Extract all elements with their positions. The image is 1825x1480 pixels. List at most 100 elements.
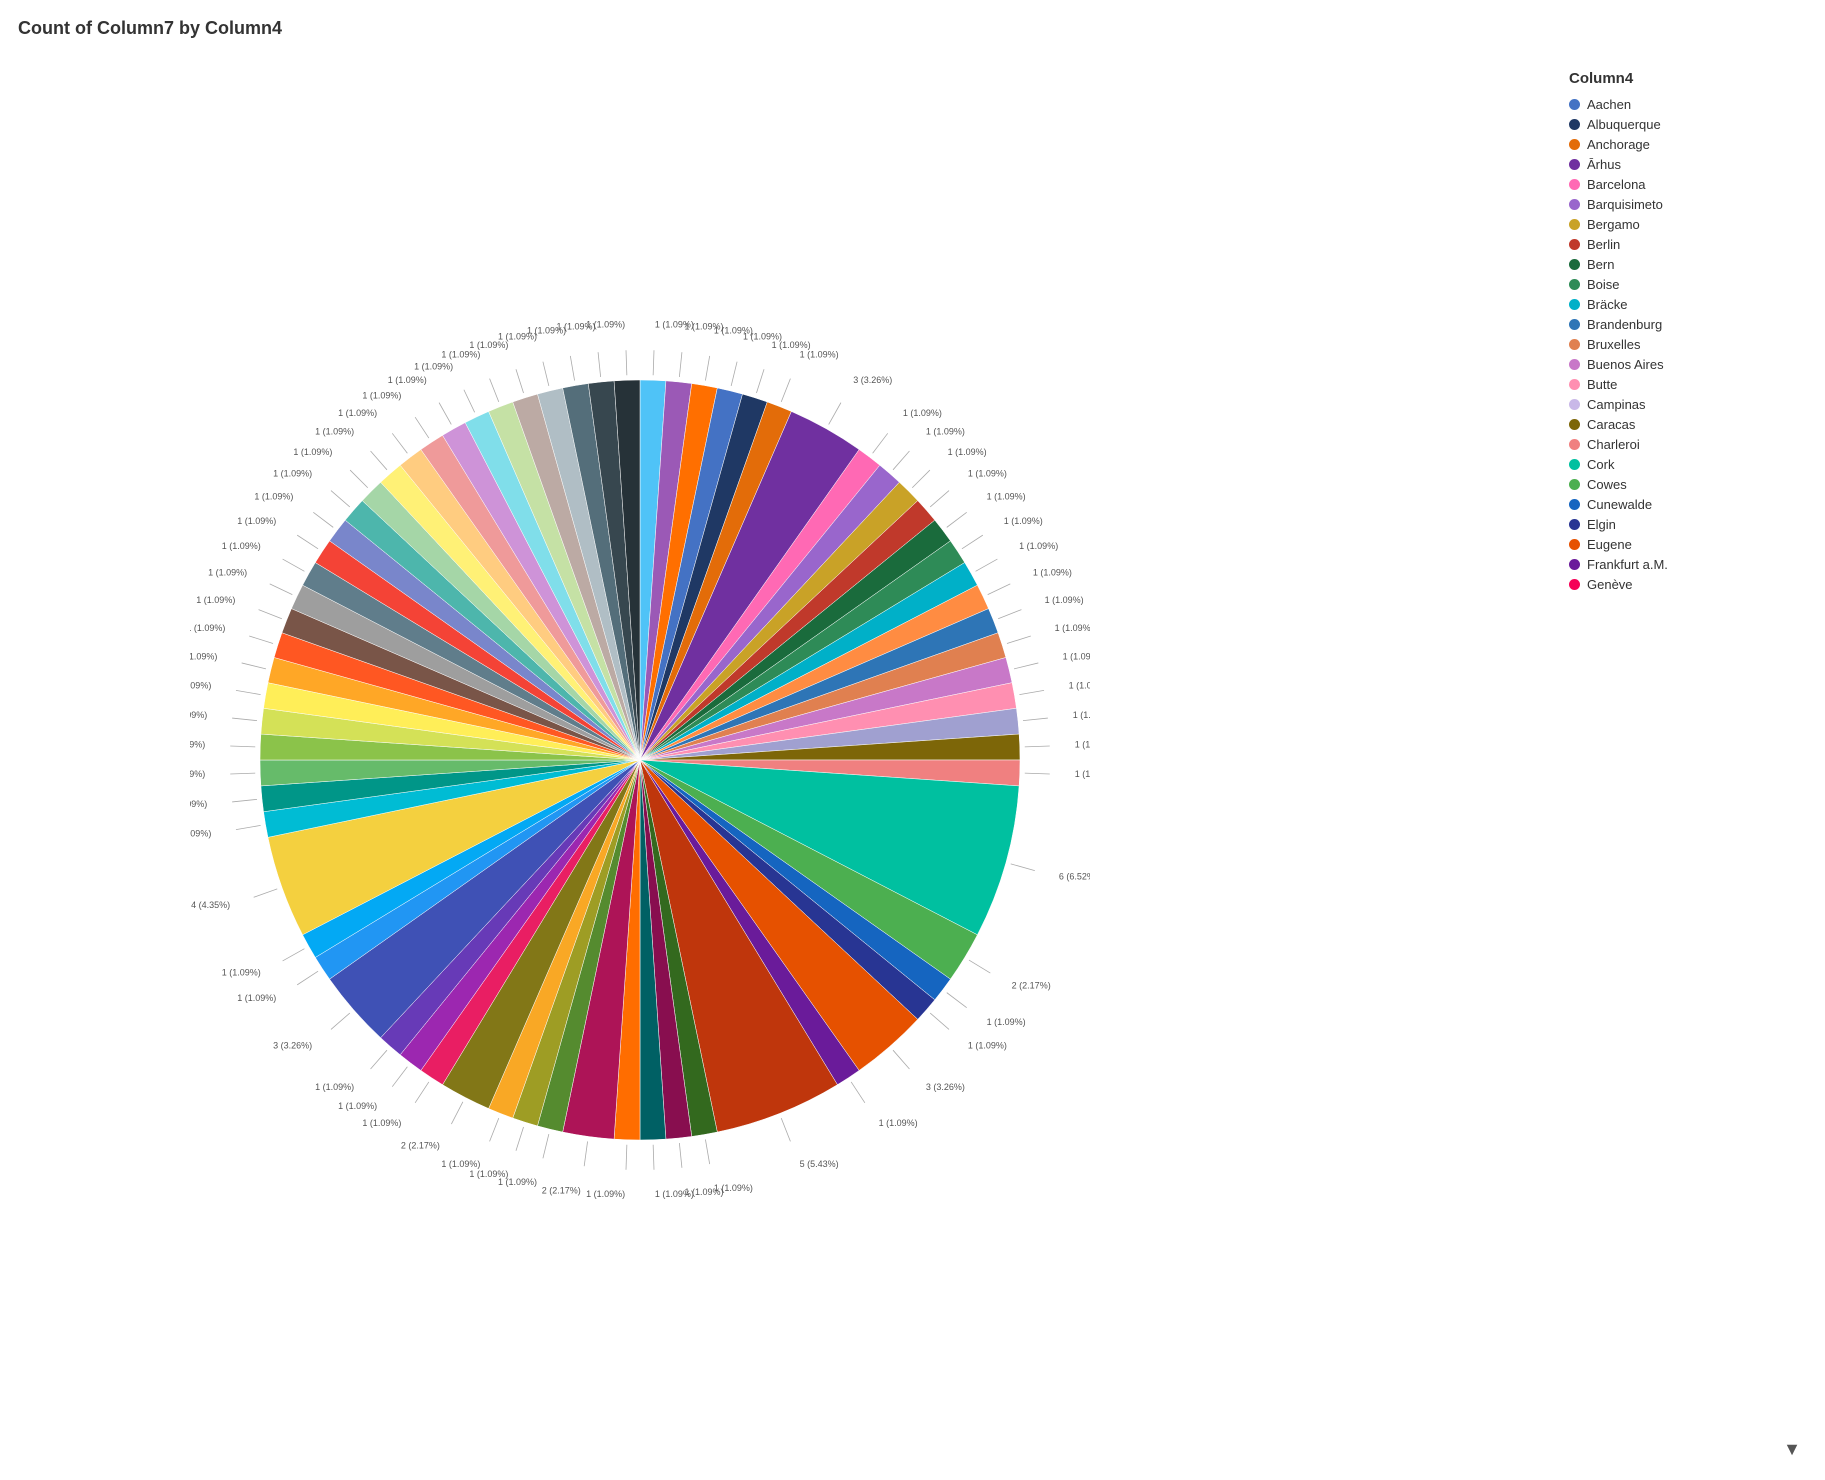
- legend-color-dot: [1569, 499, 1580, 510]
- legend-item-label: Aachen: [1587, 97, 1631, 112]
- legend-item-label: Bern: [1587, 257, 1614, 272]
- svg-text:1 (1.09%): 1 (1.09%): [222, 541, 261, 551]
- legend-color-dot: [1569, 139, 1580, 150]
- svg-text:1 (1.09%): 1 (1.09%): [469, 1169, 508, 1179]
- legend-color-dot: [1569, 399, 1580, 410]
- svg-text:3 (3.26%): 3 (3.26%): [273, 1040, 312, 1050]
- legend-title: Column4: [1569, 70, 1801, 87]
- svg-text:1 (1.09%): 1 (1.09%): [237, 516, 276, 526]
- legend-color-dot: [1569, 99, 1580, 110]
- legend-color-dot: [1569, 379, 1580, 390]
- svg-text:1 (1.09%): 1 (1.09%): [254, 492, 293, 502]
- svg-text:5 (5.43%): 5 (5.43%): [800, 1159, 839, 1169]
- svg-text:1 (1.09%): 1 (1.09%): [190, 740, 205, 750]
- legend-item: Cork: [1569, 457, 1801, 472]
- legend-item: Barcelona: [1569, 177, 1801, 192]
- legend-item-label: Brandenburg: [1587, 317, 1662, 332]
- svg-text:1 (1.09%): 1 (1.09%): [772, 340, 811, 350]
- svg-text:1 (1.09%): 1 (1.09%): [190, 623, 225, 633]
- svg-text:1 (1.09%): 1 (1.09%): [948, 447, 987, 457]
- legend-item-label: Campinas: [1587, 397, 1646, 412]
- legend-item-label: Butte: [1587, 377, 1617, 392]
- legend-item: Genève: [1569, 577, 1801, 592]
- svg-text:1 (1.09%): 1 (1.09%): [1045, 595, 1084, 605]
- svg-text:1 (1.09%): 1 (1.09%): [237, 993, 276, 1003]
- svg-text:1 (1.09%): 1 (1.09%): [190, 680, 211, 690]
- svg-text:1 (1.09%): 1 (1.09%): [362, 391, 401, 401]
- svg-text:2 (2.17%): 2 (2.17%): [1012, 980, 1051, 990]
- legend-item: Albuquerque: [1569, 117, 1801, 132]
- scroll-down-icon[interactable]: ▼: [1783, 1439, 1801, 1460]
- svg-text:1 (1.09%): 1 (1.09%): [190, 769, 205, 779]
- legend-item: Bräcke: [1569, 297, 1801, 312]
- svg-text:1 (1.09%): 1 (1.09%): [362, 1118, 401, 1128]
- legend-item-label: Boise: [1587, 277, 1620, 292]
- legend-color-dot: [1569, 299, 1580, 310]
- svg-text:1 (1.09%): 1 (1.09%): [903, 408, 942, 418]
- svg-text:1 (1.09%): 1 (1.09%): [1075, 740, 1090, 750]
- svg-text:1 (1.09%): 1 (1.09%): [1069, 680, 1090, 690]
- svg-text:1 (1.09%): 1 (1.09%): [586, 320, 625, 330]
- svg-text:1 (1.09%): 1 (1.09%): [315, 427, 354, 437]
- legend-item: Caracas: [1569, 417, 1801, 432]
- svg-text:1 (1.09%): 1 (1.09%): [968, 468, 1007, 478]
- svg-text:1 (1.09%): 1 (1.09%): [190, 799, 207, 809]
- legend-item-label: Bergamo: [1587, 217, 1640, 232]
- legend-item: Ārhus: [1569, 157, 1801, 172]
- svg-text:2 (2.17%): 2 (2.17%): [401, 1141, 440, 1151]
- legend-color-dot: [1569, 559, 1580, 570]
- legend-color-dot: [1569, 259, 1580, 270]
- legend-item: Elgin: [1569, 517, 1801, 532]
- legend-color-dot: [1569, 159, 1580, 170]
- svg-text:1 (1.09%): 1 (1.09%): [968, 1040, 1007, 1050]
- svg-text:1 (1.09%): 1 (1.09%): [190, 828, 211, 838]
- svg-text:1 (1.09%): 1 (1.09%): [388, 375, 427, 385]
- svg-text:1 (1.09%): 1 (1.09%): [315, 1082, 354, 1092]
- svg-text:1 (1.09%): 1 (1.09%): [190, 651, 217, 661]
- legend-item: Frankfurt a.M.: [1569, 557, 1801, 572]
- svg-text:1 (1.09%): 1 (1.09%): [273, 468, 312, 478]
- svg-text:1 (1.09%): 1 (1.09%): [1033, 568, 1072, 578]
- svg-text:1 (1.09%): 1 (1.09%): [338, 1101, 377, 1111]
- legend-item-label: Anchorage: [1587, 137, 1650, 152]
- legend-item: Buenos Aires: [1569, 357, 1801, 372]
- svg-text:2 (2.17%): 2 (2.17%): [542, 1185, 581, 1195]
- svg-text:1 (1.09%): 1 (1.09%): [196, 595, 235, 605]
- legend-item-label: Eugene: [1587, 537, 1632, 552]
- legend-color-dot: [1569, 179, 1580, 190]
- legend-color-dot: [1569, 539, 1580, 550]
- svg-text:3 (3.26%): 3 (3.26%): [853, 375, 892, 385]
- legend-items: Aachen Albuquerque Anchorage Ārhus Barcelona…: [1569, 97, 1801, 592]
- svg-text:1 (1.09%): 1 (1.09%): [441, 350, 480, 360]
- legend-color-dot: [1569, 359, 1580, 370]
- legend-item-label: Cork: [1587, 457, 1614, 472]
- legend-item: Anchorage: [1569, 137, 1801, 152]
- legend-item: Brandenburg: [1569, 317, 1801, 332]
- svg-text:1 (1.09%): 1 (1.09%): [987, 492, 1026, 502]
- svg-text:1 (1.09%): 1 (1.09%): [208, 568, 247, 578]
- svg-text:3 (3.26%): 3 (3.26%): [926, 1082, 965, 1092]
- chart-title: Count of Column7 by Column4: [18, 18, 282, 39]
- svg-text:1 (1.09%): 1 (1.09%): [1073, 710, 1090, 720]
- legend-item-label: Elgin: [1587, 517, 1616, 532]
- legend-item-label: Genève: [1587, 577, 1633, 592]
- svg-text:1 (1.09%): 1 (1.09%): [586, 1189, 625, 1199]
- svg-text:4 (4.35%): 4 (4.35%): [191, 900, 230, 910]
- legend-color-dot: [1569, 479, 1580, 490]
- legend-item-label: Frankfurt a.M.: [1587, 557, 1668, 572]
- legend-color-dot: [1569, 319, 1580, 330]
- legend-item: Berlin: [1569, 237, 1801, 252]
- legend-color-dot: [1569, 219, 1580, 230]
- legend-item-label: Cowes: [1587, 477, 1627, 492]
- legend-item-label: Barquisimeto: [1587, 197, 1663, 212]
- svg-text:1 (1.09%): 1 (1.09%): [987, 1017, 1026, 1027]
- svg-text:1 (1.09%): 1 (1.09%): [1019, 541, 1058, 551]
- svg-text:1 (1.09%): 1 (1.09%): [1055, 623, 1090, 633]
- svg-text:1 (1.09%): 1 (1.09%): [222, 968, 261, 978]
- legend-item-label: Buenos Aires: [1587, 357, 1664, 372]
- svg-text:1 (1.09%): 1 (1.09%): [1075, 769, 1090, 779]
- legend-item: Bruxelles: [1569, 337, 1801, 352]
- legend-item: Charleroi: [1569, 437, 1801, 452]
- pie-chart: 1 (1.09%) 1 (1.09%) 1 (1.09%) 1 (1.09%) 1 (1…: [190, 310, 1090, 1210]
- svg-text:1 (1.09%): 1 (1.09%): [1004, 516, 1043, 526]
